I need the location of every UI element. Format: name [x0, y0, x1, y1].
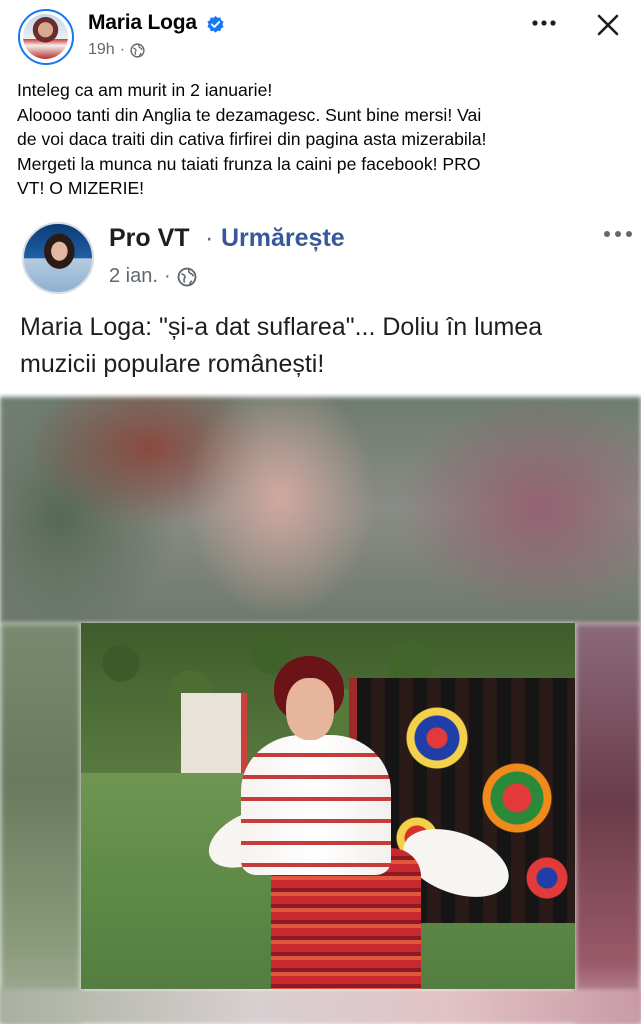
globe-icon: [130, 42, 145, 58]
hanging-textile: [181, 693, 247, 773]
author-avatar-image: [23, 14, 68, 59]
more-dots-icon[interactable]: [528, 11, 560, 35]
shared-headline: Maria Loga: "și-a dat suflarea"... Doliu…: [20, 309, 630, 383]
post-text: Inteleg ca am murit in 2 ianuarie! Alooo…: [17, 78, 632, 201]
meta-separator: ·: [119, 41, 126, 58]
post-meta: 19h ·: [88, 41, 145, 59]
blurred-photo-background: [0, 397, 641, 623]
page-name: Pro VT: [109, 224, 190, 252]
more-dots-icon: [604, 231, 632, 237]
blurred-photo-left-edge: [0, 623, 81, 1024]
face: [286, 678, 334, 740]
close-icon[interactable]: [592, 9, 624, 41]
photo-woman-traditional-costume: [81, 623, 575, 989]
embroidered-blouse: [241, 735, 391, 875]
blurred-photo-right-edge: [575, 623, 641, 1024]
headline-line: Maria Loga: "și-a dat suflarea"... Doliu…: [20, 313, 543, 341]
page-avatar: [22, 222, 94, 294]
post-text-line: Inteleg ca am murit in 2 ianuarie!: [17, 80, 273, 100]
blurred-photo-bottom-edge: [0, 989, 641, 1024]
shared-post-meta: 2 ian. ·: [109, 265, 197, 288]
post-text-line: de voi daca traiti din cativa firfirei d…: [17, 129, 487, 149]
post-text-line: Mergeti la munca nu taiati frunza la cai…: [17, 153, 481, 174]
shared-post-time: 2 ian.: [109, 265, 158, 287]
name-separator: ·: [205, 224, 214, 252]
author-avatar[interactable]: [18, 9, 74, 65]
author-name[interactable]: Maria Loga: [88, 11, 197, 35]
shared-image[interactable]: Pro VT · Urmărește 2 ian. · Maria Loga: …: [0, 219, 641, 1024]
globe-icon: [177, 267, 197, 286]
follow-button: Urmărește: [221, 224, 345, 252]
shared-meta-separator: ·: [163, 265, 171, 287]
post-text-line: Aloooo tanti din Anglia te dezamagesc. S…: [17, 104, 482, 125]
shared-post-header: Pro VT · Urmărește 2 ian. · Maria Loga: …: [0, 219, 641, 394]
post-header: Maria Loga 19h ·: [0, 0, 641, 70]
post-time[interactable]: 19h: [88, 41, 115, 59]
verified-badge-icon: [207, 15, 224, 33]
headline-line: muzicii populare românești!: [20, 350, 325, 378]
post-text-line: VT! O MIZERIE!: [17, 178, 145, 198]
